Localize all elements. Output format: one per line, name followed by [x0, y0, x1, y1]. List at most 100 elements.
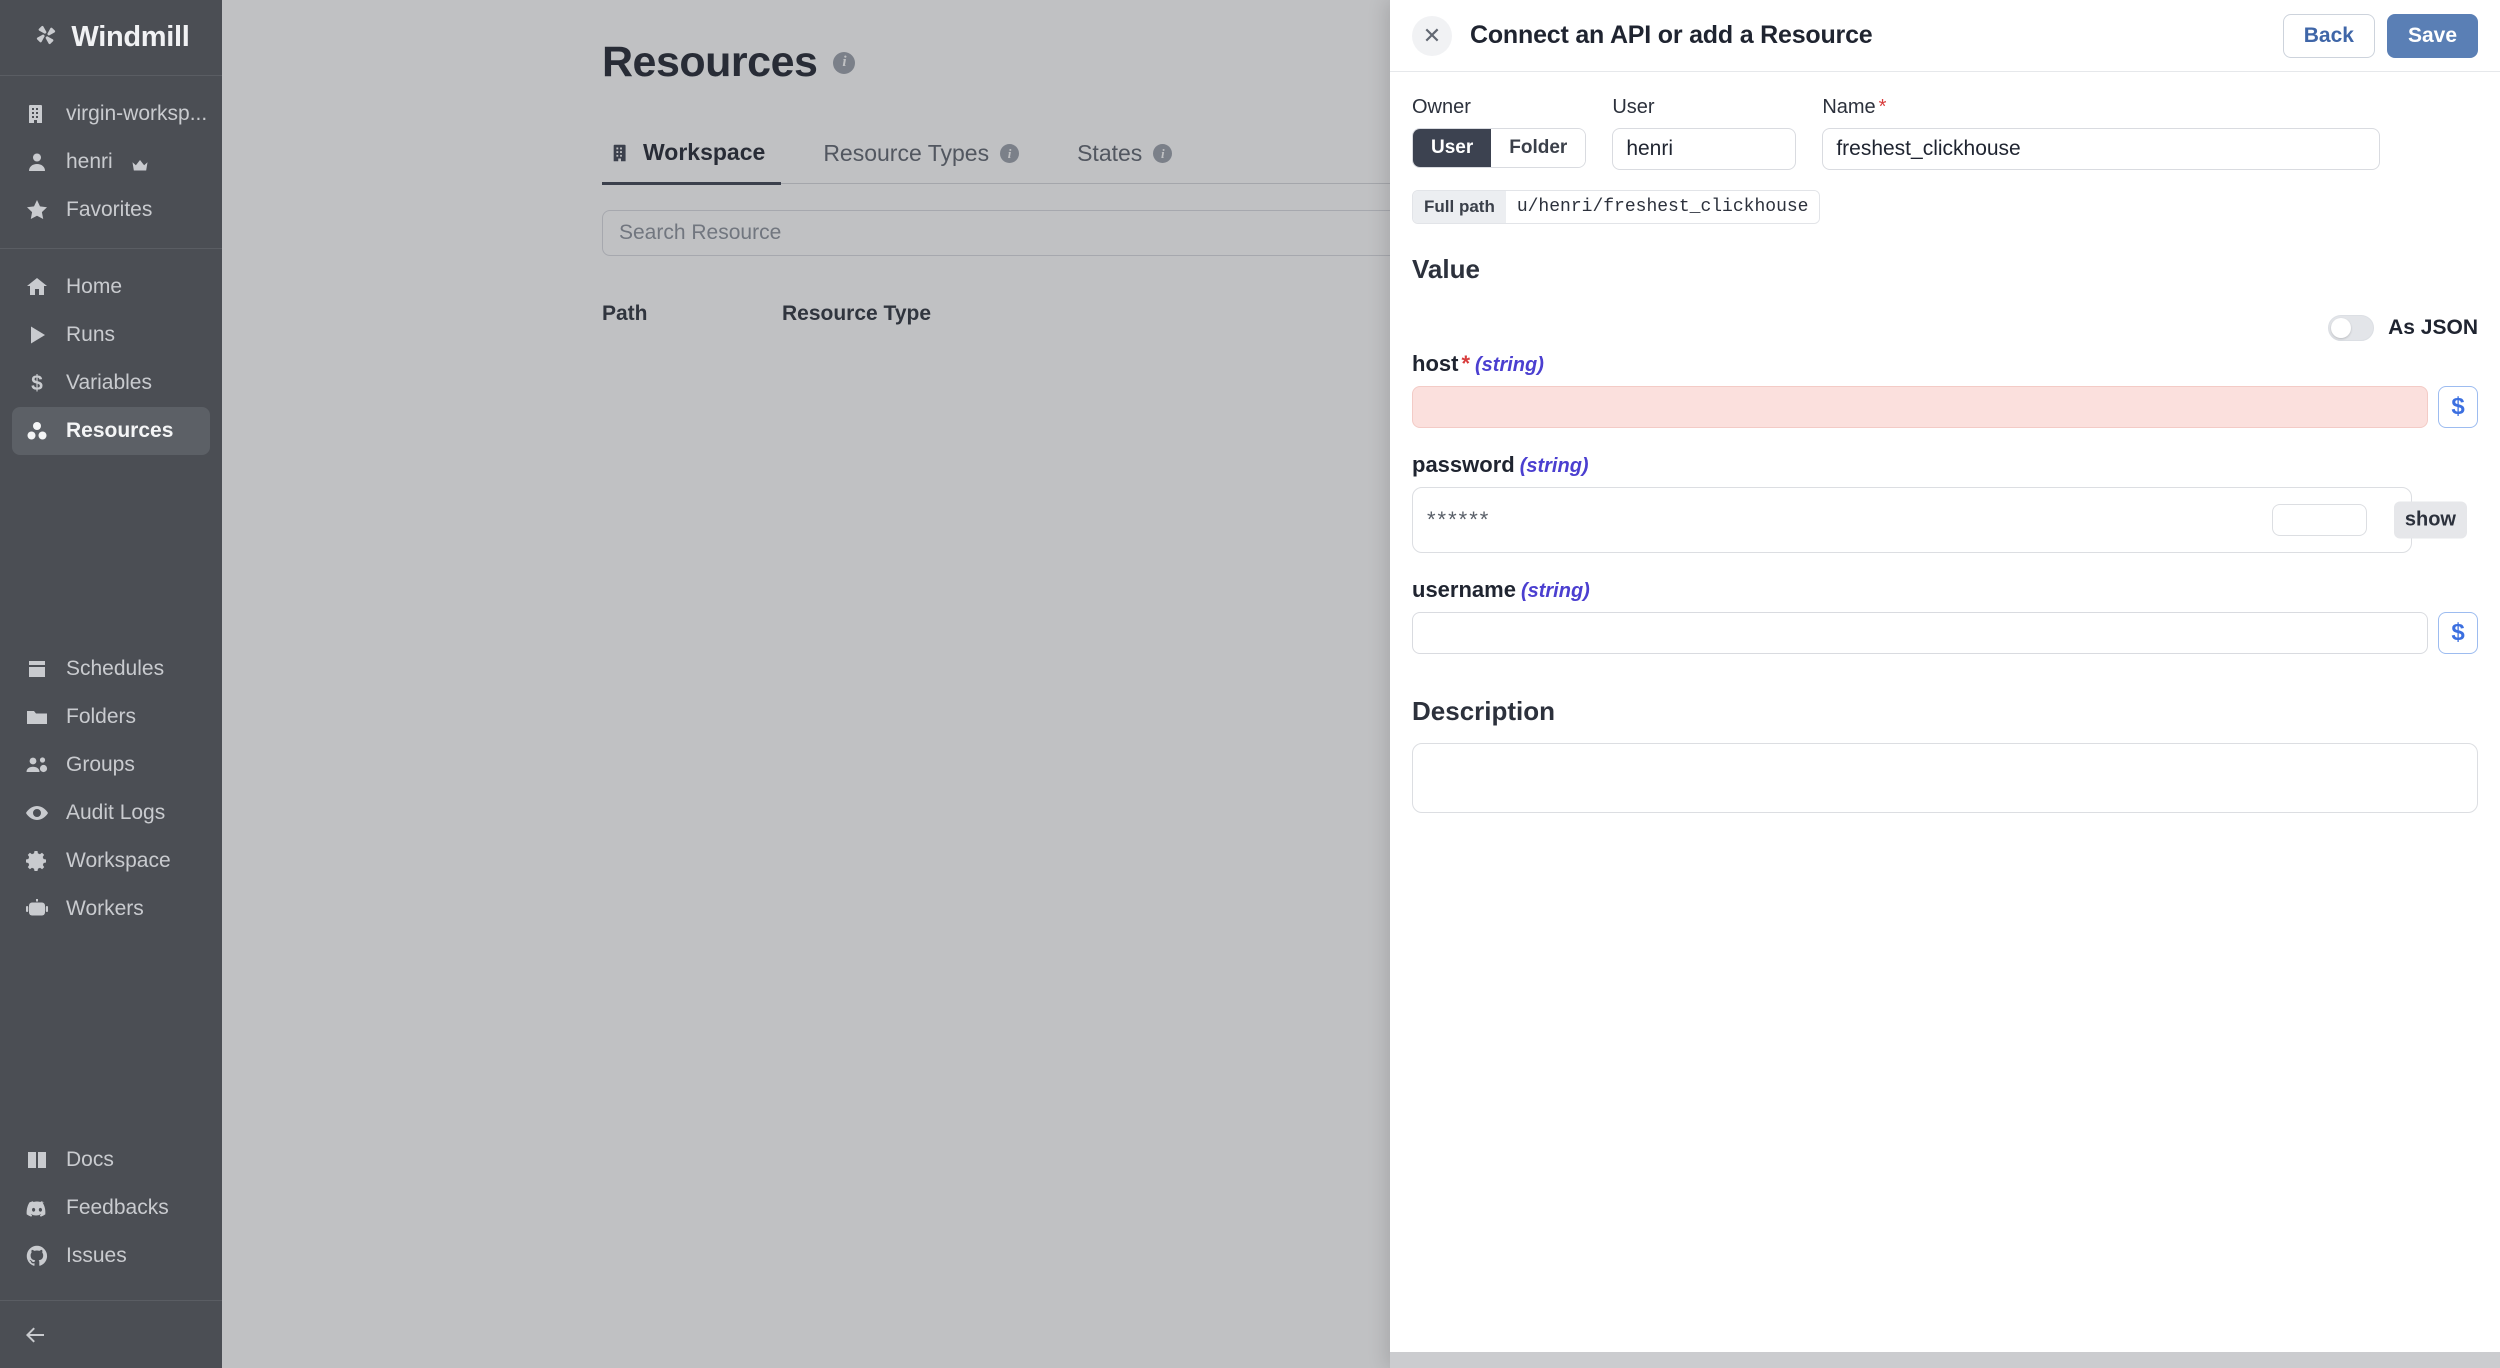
sidebar-item-label: Resources [66, 419, 174, 442]
folder-icon [24, 704, 50, 730]
field-host-row: $ [1412, 386, 2478, 428]
full-path-label: Full path [1413, 191, 1506, 223]
drawer-header-actions: Back Save [2282, 13, 2478, 58]
sidebar-item-label: Runs [66, 323, 116, 346]
full-path-value: u/henri/freshest_clickhouse [1505, 191, 1820, 223]
robot-icon [24, 896, 50, 922]
sidebar-item-runs[interactable]: Runs [12, 311, 210, 359]
name-field: Name * freshest_clickhouse [1822, 96, 2381, 170]
owner-option-user[interactable]: User [1413, 129, 1492, 167]
github-icon [24, 1243, 50, 1269]
user-icon [24, 149, 50, 175]
sidebar-item-docs[interactable]: Docs [12, 1136, 210, 1184]
play-icon [24, 322, 50, 348]
field-host: host * (string) $ [1412, 351, 2500, 428]
sidebar-primary-nav: Home Runs $ Variables Resources [0, 249, 222, 469]
sidebar-item-home[interactable]: Home [12, 263, 210, 311]
sidebar-item-label: Folders [66, 705, 137, 728]
password-show-button[interactable]: show [2393, 501, 2467, 539]
sidebar-item-label: Workers [66, 897, 144, 920]
sidebar-item-workers[interactable]: Workers [12, 885, 210, 933]
value-section-title: Value [1412, 254, 1480, 284]
svg-text:$: $ [31, 372, 43, 395]
dollar-icon: $ [24, 370, 50, 396]
sidebar-item-label: Variables [66, 371, 152, 394]
home-icon [24, 274, 50, 300]
dollar-icon[interactable]: $ [2438, 386, 2478, 428]
owner-option-folder[interactable]: Folder [1491, 129, 1586, 167]
sidebar-item-label: Home [66, 275, 123, 298]
toggle-knob [2331, 318, 2352, 338]
user-label: User [1612, 96, 1655, 118]
sidebar-item-variables[interactable]: $ Variables [12, 359, 210, 407]
brand-logo[interactable]: Windmill [0, 0, 222, 76]
sidebar-item-workspace-settings[interactable]: Workspace [12, 837, 210, 885]
username-input[interactable] [1412, 612, 2428, 654]
building-icon [24, 101, 50, 127]
host-input[interactable] [1412, 386, 2428, 428]
field-password-type: (string) [1519, 455, 1589, 477]
sidebar-collapse-button[interactable] [0, 1300, 222, 1368]
required-marker: * [1461, 351, 1471, 376]
eye-icon [24, 800, 50, 826]
field-username-row: $ [1412, 612, 2478, 654]
field-host-type: (string) [1475, 354, 1544, 376]
drawer-body: Owner User Folder User henri Name * fresh… [1390, 72, 2500, 1352]
back-button[interactable]: Back [2282, 13, 2375, 58]
password-input-wrapper[interactable]: ****** show [1412, 487, 2467, 553]
field-host-label: host * (string) [1412, 351, 2478, 377]
sidebar-item-folders[interactable]: Folders [12, 693, 210, 741]
owner-segmented-control: User Folder [1412, 128, 1587, 168]
as-json-toggle[interactable] [2328, 315, 2375, 341]
name-label-text: Name [1822, 96, 1876, 118]
sidebar-item-issues[interactable]: Issues [12, 1232, 210, 1280]
sidebar-context-group: virgin-worksp... henri Favorites [0, 76, 222, 249]
field-password-label: password (string) [1412, 452, 2500, 478]
sidebar-item-label: Issues [66, 1244, 127, 1267]
owner-label: Owner [1412, 96, 1471, 118]
sidebar-item-user[interactable]: henri [12, 138, 210, 186]
name-label: Name * [1822, 96, 2380, 119]
sidebar-item-audit-logs[interactable]: Audit Logs [12, 789, 210, 837]
discord-icon [24, 1195, 50, 1221]
user-field: User henri [1612, 96, 1797, 170]
sidebar-item-label: Schedules [66, 657, 165, 680]
calendar-icon [24, 656, 50, 682]
arrow-left-icon [22, 1322, 48, 1348]
password-masked-value: ****** [1427, 507, 1491, 532]
description-textarea[interactable] [1412, 743, 2478, 813]
drawer-title: Connect an API or add a Resource [1470, 21, 1873, 49]
sidebar: Windmill virgin-worksp... henri Favorite… [0, 0, 222, 1368]
sidebar-item-label: Docs [66, 1148, 114, 1171]
sidebar-item-resources[interactable]: Resources [12, 407, 210, 455]
sidebar-item-feedbacks[interactable]: Feedbacks [12, 1184, 210, 1232]
dollar-icon[interactable]: $ [2438, 612, 2478, 654]
crown-icon [131, 155, 149, 171]
connect-api-drawer: ✕ Connect an API or add a Resource Back … [1390, 0, 2500, 1368]
sidebar-item-schedules[interactable]: Schedules [12, 645, 210, 693]
sidebar-item-label: Workspace [66, 849, 171, 872]
user-input[interactable]: henri [1612, 128, 1797, 170]
sidebar-item-label: Favorites [66, 198, 153, 221]
brand-name: Windmill [71, 21, 190, 53]
as-json-row: As JSON [1412, 315, 2500, 341]
required-marker: * [1878, 96, 1887, 118]
sidebar-item-workspace[interactable]: virgin-worksp... [12, 90, 210, 138]
sidebar-item-label: virgin-worksp... [66, 102, 208, 125]
field-username-name: username [1412, 577, 1516, 602]
field-username-type: (string) [1520, 580, 1590, 602]
sidebar-item-groups[interactable]: Groups [12, 741, 210, 789]
field-username: username (string) $ [1412, 577, 2500, 654]
as-json-label: As JSON [2388, 316, 2478, 339]
owner-field: Owner User Folder [1412, 96, 1587, 168]
sidebar-item-favorites[interactable]: Favorites [12, 186, 210, 234]
gear-icon [24, 848, 50, 874]
windmill-pinwheel-icon [32, 21, 60, 54]
name-input[interactable]: freshest_clickhouse [1822, 128, 2381, 170]
close-icon[interactable]: ✕ [1412, 15, 1452, 56]
field-password-name: password [1412, 452, 1515, 477]
sidebar-item-label: Feedbacks [66, 1196, 169, 1219]
password-inner-input[interactable] [2272, 504, 2367, 536]
field-username-label: username (string) [1412, 577, 2478, 603]
save-button[interactable]: Save [2386, 13, 2478, 58]
